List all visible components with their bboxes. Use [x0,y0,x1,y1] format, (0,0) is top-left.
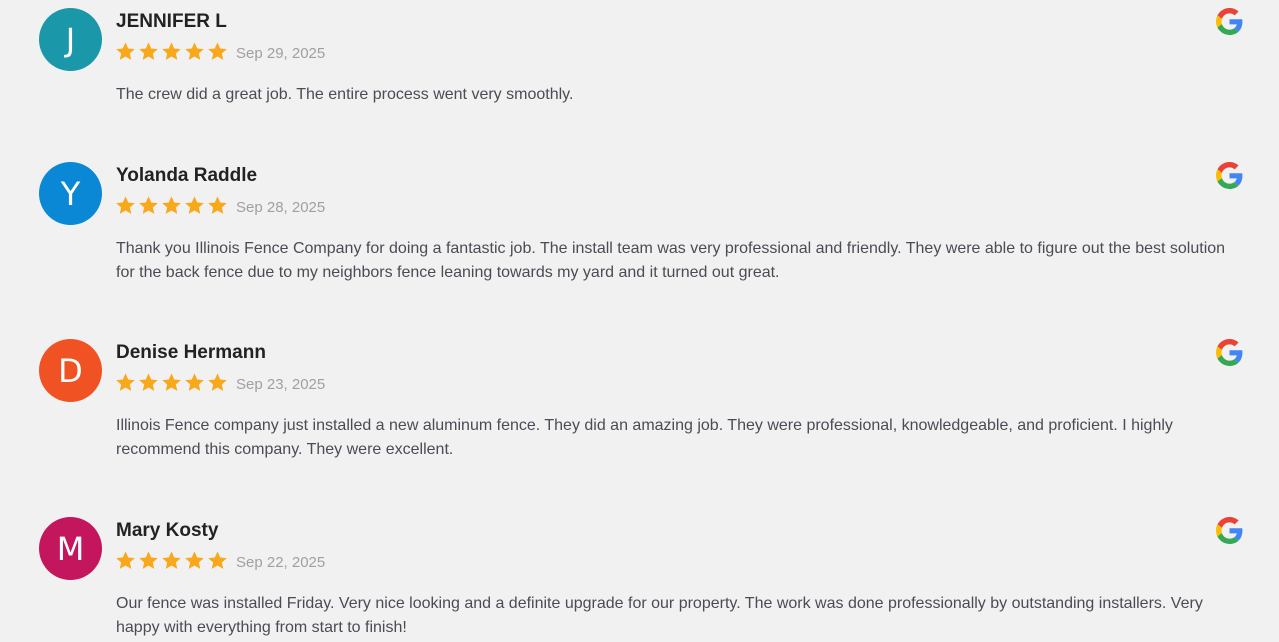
star-icon [139,196,158,214]
avatar: M [39,517,102,580]
star-icon [185,42,204,60]
star-icon [208,196,227,214]
star-icon [162,196,181,214]
reviewer-name: JENNIFER L [116,11,227,32]
avatar: D [39,339,102,402]
star-icon [139,373,158,391]
reviewer-name: Denise Hermann [116,342,266,363]
star-icon [208,373,227,391]
review-text: Illinois Fence company just installed a … [116,417,1173,458]
star-icon [185,196,204,214]
star-icon [208,551,227,569]
star-rating [115,550,228,571]
avatar: J [39,8,102,71]
reviewer-name: Yolanda Raddle [116,165,258,186]
star-icon [139,551,158,569]
star-icon [208,42,227,60]
google-icon [1216,8,1243,35]
google-icon [1216,517,1243,544]
reviewer-name: Mary Kosty [116,520,219,541]
star-rating [115,372,228,393]
star-icon [116,373,135,391]
review-card: Y Yolanda Raddle Sep 28, 2025 Thank you … [0,162,1279,292]
star-icon [116,196,135,214]
google-icon [1216,339,1243,366]
review-text: Our fence was installed Friday. Very nic… [116,595,1203,636]
star-rating [115,195,228,216]
star-icon [116,42,135,60]
star-icon [116,551,135,569]
star-icon [162,551,181,569]
review-date: Sep 28, 2025 [236,199,326,216]
review-date: Sep 22, 2025 [236,554,326,571]
review-card: J JENNIFER L Sep 29, 2025 The crew did a… [0,8,1279,118]
review-card: M Mary Kosty Sep 22, 2025 Our fence was … [0,517,1279,642]
review-card: D Denise Hermann Sep 23, 2025 Illinois F… [0,339,1279,469]
star-icon [139,42,158,60]
avatar: Y [39,162,102,225]
review-date: Sep 23, 2025 [236,376,326,393]
star-icon [185,373,204,391]
google-icon [1216,162,1243,189]
review-date: Sep 29, 2025 [236,45,326,62]
star-rating [115,41,228,62]
star-icon [185,551,204,569]
reviews-list: J JENNIFER L Sep 29, 2025 The crew did a… [0,0,1279,642]
star-icon [162,373,181,391]
review-text: Thank you Illinois Fence Company for doi… [116,240,1226,281]
star-icon [162,42,181,60]
review-text: The crew did a great job. The entire pro… [116,86,574,103]
